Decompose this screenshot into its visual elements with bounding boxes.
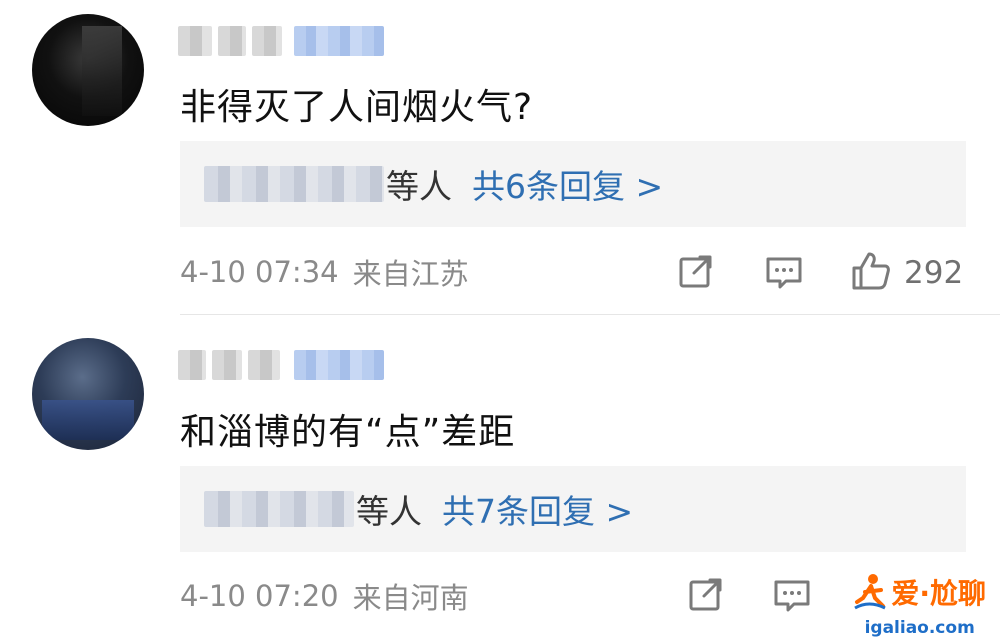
comment-meta: 4-10 07:20 来自河南 bbox=[180, 576, 469, 616]
watermark-title: 爱·尬聊 bbox=[891, 577, 986, 610]
avatar[interactable] bbox=[32, 14, 144, 126]
comment-actions bbox=[686, 574, 812, 618]
reply-users-suffix: 等人 bbox=[356, 492, 422, 531]
share-icon[interactable] bbox=[676, 251, 716, 295]
divider bbox=[180, 314, 1000, 315]
reply-summary[interactable]: 等人 共6条回复 > bbox=[180, 141, 966, 227]
reply-users-suffix: 等人 bbox=[386, 167, 452, 206]
location: 来自河南 bbox=[352, 581, 469, 615]
comment-meta: 4-10 07:34 来自江苏 bbox=[180, 252, 469, 292]
site-watermark: 爱·尬聊 igaliao.com bbox=[853, 572, 986, 638]
share-icon[interactable] bbox=[686, 574, 726, 618]
comment-item: 和淄博的有“点”差距 等人 共7条回复 > 4-10 07:20 来自河南 bbox=[0, 330, 1000, 644]
timestamp: 4-10 07:20 bbox=[180, 579, 339, 613]
comment-text: 非得灭了人间烟火气? bbox=[180, 87, 534, 128]
like-icon[interactable] bbox=[850, 250, 892, 296]
avatar[interactable] bbox=[32, 338, 144, 450]
reply-summary[interactable]: 等人 共7条回复 > bbox=[180, 466, 966, 552]
timestamp: 4-10 07:34 bbox=[180, 255, 339, 289]
view-replies-link[interactable]: 共7条回复 > bbox=[442, 485, 633, 533]
watermark-url: igaliao.com bbox=[864, 618, 975, 638]
reply-users-blurred bbox=[204, 491, 354, 527]
view-replies-link[interactable]: 共6条回复 > bbox=[472, 160, 663, 208]
like-count: 292 bbox=[904, 255, 964, 291]
username-blurred[interactable] bbox=[178, 348, 384, 382]
comment-text: 和淄博的有“点”差距 bbox=[180, 412, 516, 453]
comment-icon[interactable] bbox=[764, 251, 804, 295]
username-blurred[interactable] bbox=[178, 24, 384, 58]
reply-users-blurred bbox=[204, 166, 384, 202]
comment-actions: 292 bbox=[676, 250, 963, 296]
location: 来自江苏 bbox=[352, 257, 469, 291]
comment-icon[interactable] bbox=[772, 574, 812, 618]
comment-item: 非得灭了人间烟火气? 等人 共6条回复 > 4-10 07:34 来自江苏 29… bbox=[0, 0, 1000, 315]
watermark-logo-icon bbox=[853, 572, 887, 616]
